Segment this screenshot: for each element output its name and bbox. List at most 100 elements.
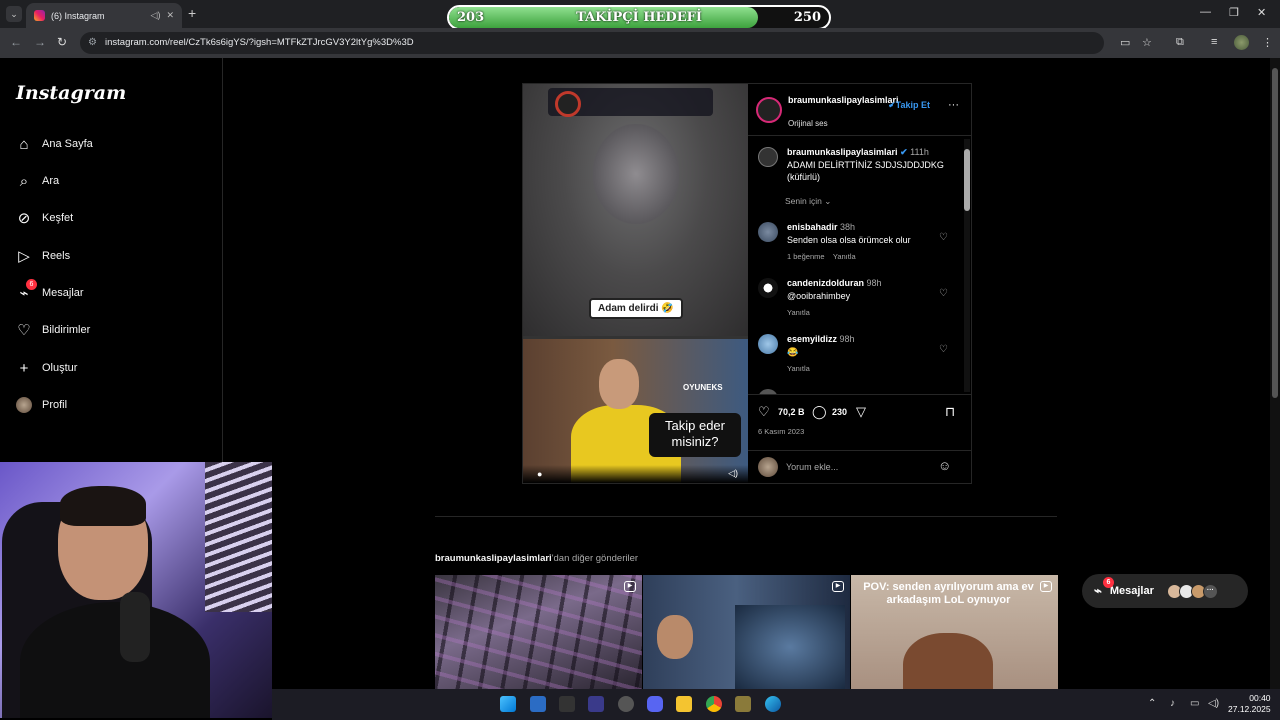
minimize-button[interactable]: — (1200, 6, 1211, 18)
reply-button[interactable]: Yanıtla (787, 364, 810, 373)
app-icon[interactable] (588, 696, 604, 712)
messages-pill-badge: 6 (1103, 577, 1114, 588)
heart-icon: ♡ (17, 322, 31, 339)
menu-icon[interactable]: ⋮ (1262, 36, 1273, 49)
tab-search-button[interactable]: ⌄ (6, 6, 22, 22)
caption-author[interactable]: braumunkaslipaylasimlari ✔ 111h (787, 147, 929, 158)
comment-input[interactable] (786, 459, 926, 475)
comment-time: 98h (866, 278, 882, 288)
nav-search[interactable]: ⌕ Ara (14, 169, 59, 193)
follow-button[interactable]: • Takip Et (890, 100, 930, 110)
media-control-icon[interactable]: ≡ (1211, 36, 1217, 48)
comment-like-heart-icon[interactable]: ♡ (939, 344, 948, 355)
instagram-favicon-icon (34, 10, 45, 21)
speaker-icon[interactable]: ◁) (151, 10, 161, 21)
reply-button[interactable]: Yanıtla (787, 308, 810, 317)
forward-button[interactable]: → (34, 35, 46, 49)
streamer-head (599, 359, 639, 409)
nav-messages-label: Mesajlar (42, 287, 84, 299)
post-account-name[interactable]: braumunkaslipaylasimlari (788, 95, 899, 106)
comment-sort-dropdown[interactable]: Senin için ⌄ (785, 196, 831, 207)
comment-author-name: esemyildizz (787, 334, 838, 344)
likes-count[interactable]: 70,2 B (778, 407, 805, 417)
nav-profile[interactable]: Profil (14, 393, 67, 417)
new-tab-button[interactable]: + (188, 5, 196, 21)
chrome-icon[interactable] (706, 696, 722, 712)
system-clock[interactable]: 00:40 27.12.2025 (1228, 693, 1271, 715)
messages-pill[interactable]: ⌁ 6 Mesajlar ··· (1082, 574, 1248, 608)
browser-tab[interactable]: (6) Instagram ◁) ✕ (26, 3, 182, 28)
comments-scrollbar-thumb[interactable] (964, 149, 970, 211)
extensions-icon[interactable]: ⧉ (1176, 36, 1184, 49)
more-post-tile[interactable]: POV: senden ayrılıyorum ama ev arkadaşım… (851, 575, 1058, 689)
nav-create[interactable]: + Oluştur (14, 356, 78, 380)
emoji-icon[interactable]: ☺ (938, 458, 951, 473)
edge-icon[interactable] (765, 696, 781, 712)
comment-text: Senden olsa olsa örümcek olur (787, 235, 911, 245)
tray-chevron-icon[interactable]: ⌃ (1148, 698, 1156, 709)
nav-reels[interactable]: ▷ Reels (14, 244, 70, 268)
page-scrollbar[interactable] (1270, 58, 1280, 689)
bookmark-star-icon[interactable]: ☆ (1142, 36, 1152, 49)
more-options-icon[interactable]: ··· (948, 99, 959, 111)
volume-icon[interactable]: ◁) (728, 468, 738, 479)
instagram-logo[interactable]: Instagram (16, 82, 126, 104)
nav-notifications[interactable]: ♡ Bildirimler (14, 318, 90, 342)
page-scrollbar-thumb[interactable] (1272, 68, 1278, 398)
chrome-profile-avatar[interactable] (1234, 35, 1249, 50)
avatar[interactable] (758, 222, 778, 242)
outlook-icon[interactable] (530, 696, 546, 712)
streamer-webcam-overlay (0, 462, 272, 718)
close-window-button[interactable]: ✕ (1257, 6, 1266, 19)
clock-time: 00:40 (1249, 693, 1271, 703)
comment-author[interactable]: candenizdolduran 98h (787, 278, 882, 288)
account-avatar[interactable] (756, 97, 782, 123)
display-icon[interactable]: ▭ (1190, 698, 1199, 709)
comment-like-heart-icon[interactable]: ♡ (939, 232, 948, 243)
comment-like-heart-icon[interactable]: ♡ (939, 288, 948, 299)
comments-scrollbar[interactable] (964, 139, 970, 392)
address-bar[interactable]: ⚙ instagram.com/reel/CzTk6s6igYS/?igsh=M… (80, 32, 1104, 54)
start-icon[interactable] (500, 696, 516, 712)
stream-app-icon[interactable] (559, 696, 575, 712)
file-explorer-icon[interactable] (676, 696, 692, 712)
close-tab-icon[interactable]: ✕ (166, 10, 174, 21)
reels-icon: ▷ (18, 248, 30, 265)
avatar[interactable] (758, 278, 778, 298)
comment-mention-link[interactable]: @ooibrahimbey (787, 290, 947, 302)
back-button[interactable]: ← (10, 35, 22, 49)
post-actions: ♡ 70,2 B ◯ 230 ▽ ⊓ 6 Kasım 2023 (748, 394, 972, 449)
more-posts-heading: braumunkaslipaylasimlari'dan diğer gönde… (435, 553, 638, 564)
messenger-icon: ⌁ 6 (1094, 577, 1114, 599)
reload-button[interactable]: ↻ (57, 35, 67, 49)
avatar[interactable] (758, 334, 778, 354)
avatar[interactable] (758, 147, 778, 167)
more-posts-account[interactable]: braumunkaslipaylasimlari (435, 553, 552, 564)
comment-likes[interactable]: 1 beğenme (787, 252, 825, 261)
user-tag-icon[interactable]: ● (537, 469, 542, 479)
share-icon[interactable]: ▽ (856, 404, 866, 420)
search-icon: ⌕ (19, 172, 29, 190)
nav-messages[interactable]: ⌁ 6 Mesajlar (14, 279, 84, 305)
reel-video[interactable]: Adam delirdi 🤣 OYUNEKS Takip eder misini… (523, 84, 748, 483)
discord-icon[interactable] (647, 696, 663, 712)
comment-icon[interactable]: ◯ (812, 404, 827, 420)
comment-author[interactable]: esemyildizz 98h (787, 334, 855, 344)
restore-button[interactable]: ❐ (1229, 6, 1239, 19)
reply-button[interactable]: Yanıtla (833, 252, 856, 261)
site-info-icon[interactable]: ⚙ (88, 32, 97, 54)
verified-badge-icon: ✔ (900, 147, 908, 157)
more-post-tile[interactable]: ▶ (435, 575, 642, 689)
nav-explore[interactable]: ⊘ Keşfet (14, 206, 73, 230)
comment-author[interactable]: enisbahadir 38h (787, 222, 855, 232)
save-bookmark-icon[interactable]: ⊓ (945, 404, 955, 420)
cast-icon[interactable]: ▭ (1120, 36, 1130, 49)
like-heart-icon[interactable]: ♡ (758, 404, 770, 420)
nav-home[interactable]: ⌂ Ana Sayfa (14, 132, 92, 156)
audio-label[interactable]: Orijinal ses (788, 119, 828, 128)
mic-icon[interactable]: ♪ (1170, 698, 1175, 709)
volume-icon[interactable]: ◁) (1208, 698, 1219, 709)
league-icon[interactable] (735, 696, 751, 712)
obs-icon[interactable] (618, 696, 634, 712)
more-post-tile[interactable]: ▶ (643, 575, 850, 689)
